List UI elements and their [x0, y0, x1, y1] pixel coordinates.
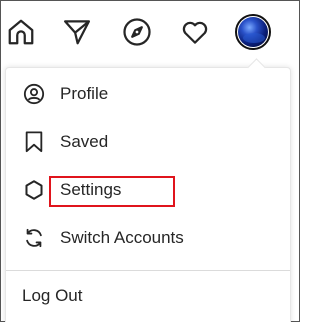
activity-button[interactable] [177, 14, 213, 50]
menu-divider [6, 270, 290, 271]
user-circle-icon [22, 82, 46, 106]
avatar-image [238, 17, 268, 47]
menu-item-switch-accounts[interactable]: Switch Accounts [6, 214, 290, 262]
home-button[interactable] [3, 14, 39, 50]
heart-icon [182, 21, 208, 44]
top-nav-bar [1, 1, 299, 63]
log-out-label: Log Out [22, 286, 83, 305]
gear-icon [22, 178, 46, 202]
menu-item-label: Switch Accounts [60, 228, 184, 247]
app-frame: Profile Saved Settings Switch Accounts L… [0, 0, 300, 322]
menu-item-profile[interactable]: Profile [6, 70, 290, 118]
bookmark-icon [22, 130, 46, 154]
menu-item-label: Profile [60, 84, 109, 103]
menu-item-label: Saved [60, 132, 109, 151]
avatar [235, 14, 271, 50]
explore-button[interactable] [119, 14, 155, 50]
profile-avatar-button[interactable] [235, 14, 271, 50]
settings-highlight-box [49, 176, 175, 207]
home-icon [8, 19, 34, 45]
menu-item-saved[interactable]: Saved [6, 118, 290, 166]
compass-icon [123, 18, 151, 46]
direct-messages-button[interactable] [59, 14, 95, 50]
direct-send-icon [64, 20, 90, 45]
profile-dropdown-menu: Profile Saved Settings Switch Accounts L… [5, 58, 291, 322]
switch-arrows-icon [22, 226, 46, 250]
menu-item-log-out[interactable]: Log Out [6, 272, 290, 320]
